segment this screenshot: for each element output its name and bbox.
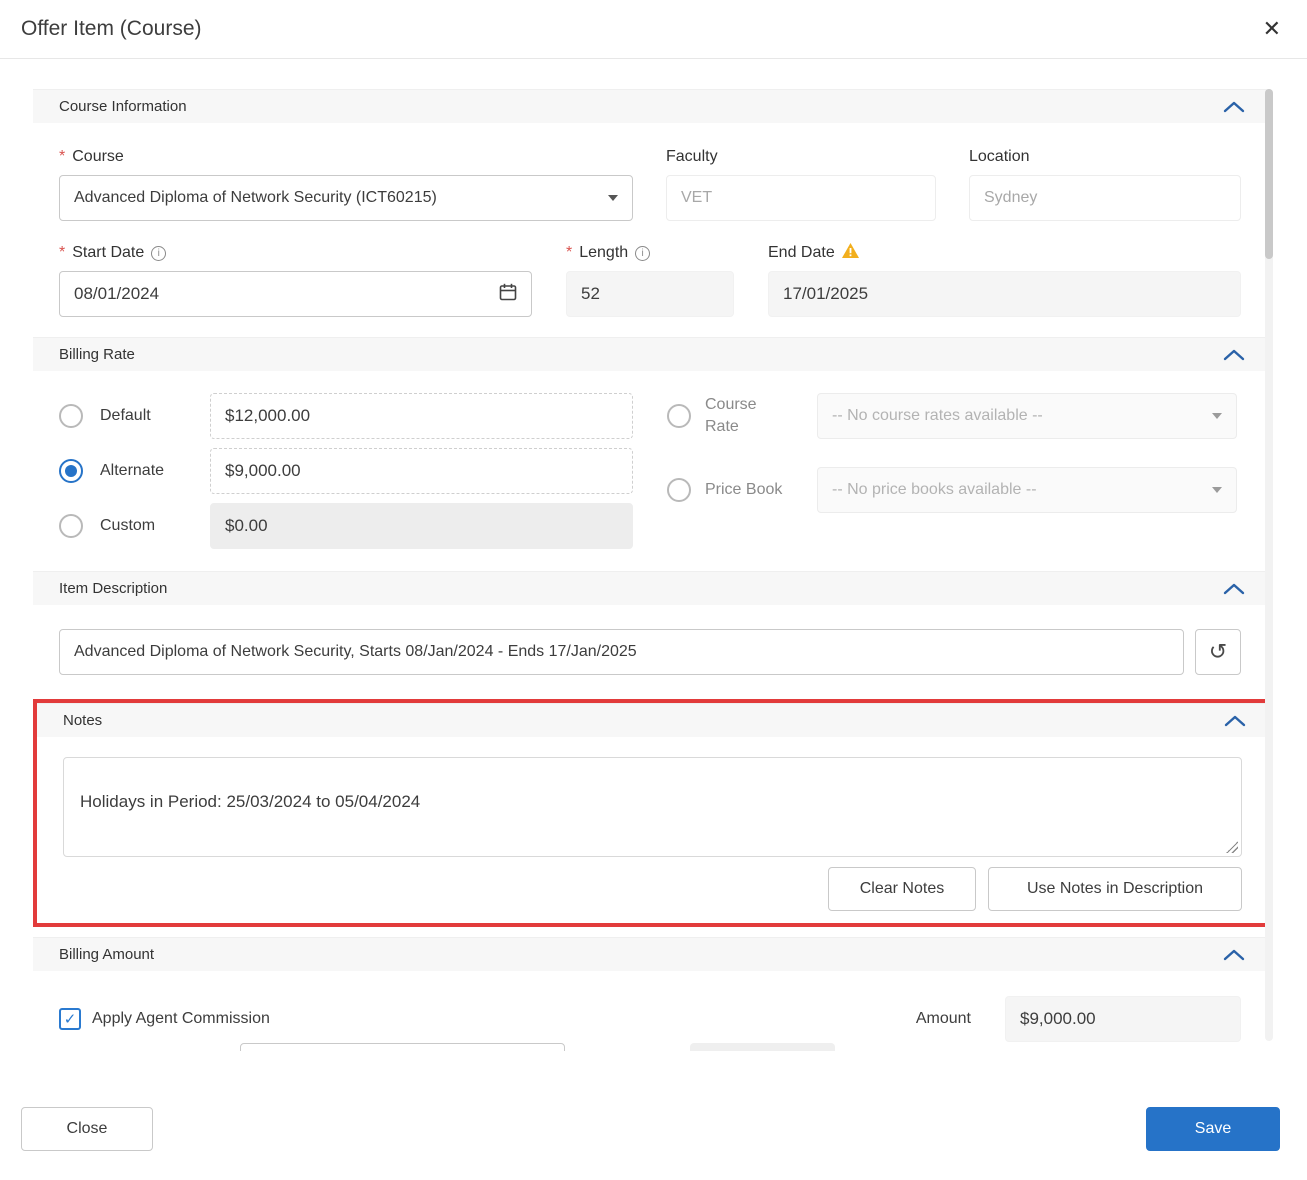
default-rate-input[interactable]: $12,000.00 [210, 393, 633, 439]
start-date-value: 08/01/2024 [74, 284, 159, 304]
billing-rate-header[interactable]: Billing Rate [33, 337, 1267, 371]
price-book-radio[interactable] [667, 478, 691, 502]
section-title: Notes [63, 712, 102, 729]
location-input: Sydney [969, 175, 1241, 221]
course-information-section: Course Information * Course Advanced Dipl… [33, 89, 1267, 337]
course-select-value: Advanced Diploma of Network Security (IC… [74, 189, 437, 207]
price-book-select: -- No price books available -- [817, 467, 1237, 513]
caret-down-icon [1212, 413, 1222, 419]
clear-notes-button[interactable]: Clear Notes [828, 867, 976, 911]
course-rate-label: Course Rate [705, 394, 783, 437]
course-label: Course [72, 148, 124, 166]
faculty-label: Faculty [666, 148, 718, 166]
course-field: * Course Advanced Diploma of Network Secu… [59, 145, 633, 221]
section-title: Billing Amount [59, 946, 154, 963]
scrollbar-thumb[interactable] [1265, 89, 1273, 259]
notes-section: Notes Holidays in Period: 25/03/2024 to … [37, 703, 1268, 923]
length-input: 52 [566, 271, 734, 317]
item-description-section: Item Description Advanced Diploma of Net… [33, 571, 1267, 699]
chevron-up-icon[interactable] [1223, 349, 1245, 361]
history-icon: ↺ [1209, 639, 1227, 665]
custom-rate-radio[interactable] [59, 514, 83, 538]
section-title: Course Information [59, 98, 187, 115]
section-title: Billing Rate [59, 346, 135, 363]
caret-down-icon [608, 195, 618, 201]
default-rate-label: Default [100, 407, 210, 425]
rate-option-group: Default $12,000.00 Alternate $9,000.00 C… [59, 393, 633, 549]
course-rate-select: -- No course rates available -- [817, 393, 1237, 439]
custom-rate-input: $0.00 [210, 503, 633, 549]
required-marker: * [59, 148, 65, 166]
billing-amount-section: Billing Amount ✓ Apply Agent Commission … [33, 937, 1267, 1051]
check-icon: ✓ [64, 1010, 77, 1028]
location-label: Location [969, 148, 1030, 166]
course-rate-radio[interactable] [667, 404, 691, 428]
chevron-up-icon[interactable] [1223, 949, 1245, 961]
info-icon: i [151, 246, 166, 261]
default-rate-radio[interactable] [59, 404, 83, 428]
alternate-rate-input[interactable]: $9,000.00 [210, 448, 633, 494]
close-button[interactable]: Close [21, 1107, 153, 1151]
red-highlight-annotation: Notes Holidays in Period: 25/03/2024 to … [33, 699, 1272, 927]
end-date-input: 17/01/2025 [768, 271, 1241, 317]
custom-rate-label: Custom [100, 517, 210, 535]
modal-title: Offer Item (Course) [21, 17, 202, 41]
end-date-field: End Date 17/01/2025 [768, 241, 1241, 317]
start-date-input[interactable]: 08/01/2024 [59, 271, 532, 317]
required-marker: * [59, 244, 65, 262]
chevron-up-icon[interactable] [1223, 583, 1245, 595]
notes-header[interactable]: Notes [37, 703, 1268, 737]
billing-rate-section: Billing Rate Default $12,000.00 Alternat… [33, 337, 1267, 571]
chevron-up-icon[interactable] [1224, 715, 1246, 727]
close-icon[interactable]: ✕ [1263, 18, 1281, 40]
item-description-header[interactable]: Item Description [33, 571, 1267, 605]
course-select[interactable]: Advanced Diploma of Network Security (IC… [59, 175, 633, 221]
use-notes-in-description-button[interactable]: Use Notes in Description [988, 867, 1242, 911]
notes-text: Holidays in Period: 25/03/2024 to 05/04/… [80, 792, 420, 811]
partial-clipped-button[interactable] [690, 1043, 835, 1051]
length-label: Length [579, 244, 628, 262]
modal-body: Course Information * Course Advanced Dipl… [0, 59, 1307, 1051]
amount-label: Amount [916, 1010, 971, 1028]
info-icon: i [635, 246, 650, 261]
rate-source-group: Course Rate -- No course rates available… [667, 393, 1237, 549]
modal-header: Offer Item (Course) ✕ [0, 0, 1307, 59]
end-date-label: End Date [768, 244, 835, 262]
modal-footer: Close Save [0, 1107, 1307, 1151]
section-title: Item Description [59, 580, 167, 597]
location-field: Location Sydney [969, 145, 1241, 221]
scrollbar[interactable] [1265, 89, 1273, 1041]
apply-agent-commission-checkbox[interactable]: ✓ [59, 1008, 81, 1030]
faculty-field: Faculty VET [666, 145, 936, 221]
partial-clipped-input[interactable] [240, 1043, 565, 1051]
save-button[interactable]: Save [1146, 1107, 1280, 1151]
start-date-label: Start Date [72, 244, 144, 262]
notes-textarea[interactable]: Holidays in Period: 25/03/2024 to 05/04/… [63, 757, 1242, 857]
length-field: * Length i 52 [566, 241, 734, 317]
calendar-icon[interactable] [499, 283, 517, 306]
restore-description-button[interactable]: ↺ [1195, 629, 1241, 675]
alternate-rate-radio[interactable] [59, 459, 83, 483]
required-marker: * [566, 244, 572, 262]
apply-agent-commission-label: Apply Agent Commission [92, 1010, 270, 1028]
price-book-label: Price Book [705, 479, 783, 501]
alternate-rate-label: Alternate [100, 462, 210, 480]
caret-down-icon [1212, 487, 1222, 493]
chevron-up-icon[interactable] [1223, 101, 1245, 113]
course-information-header[interactable]: Course Information [33, 89, 1267, 123]
faculty-input: VET [666, 175, 936, 221]
item-description-input[interactable]: Advanced Diploma of Network Security, St… [59, 629, 1184, 675]
course-rate-placeholder: -- No course rates available -- [832, 407, 1043, 425]
amount-input: $9,000.00 [1005, 996, 1241, 1042]
start-date-field: * Start Date i 08/01/2024 [59, 241, 532, 317]
price-book-placeholder: -- No price books available -- [832, 481, 1037, 499]
resize-handle[interactable] [1226, 841, 1238, 853]
warning-icon [842, 243, 859, 263]
billing-amount-header[interactable]: Billing Amount [33, 937, 1267, 971]
